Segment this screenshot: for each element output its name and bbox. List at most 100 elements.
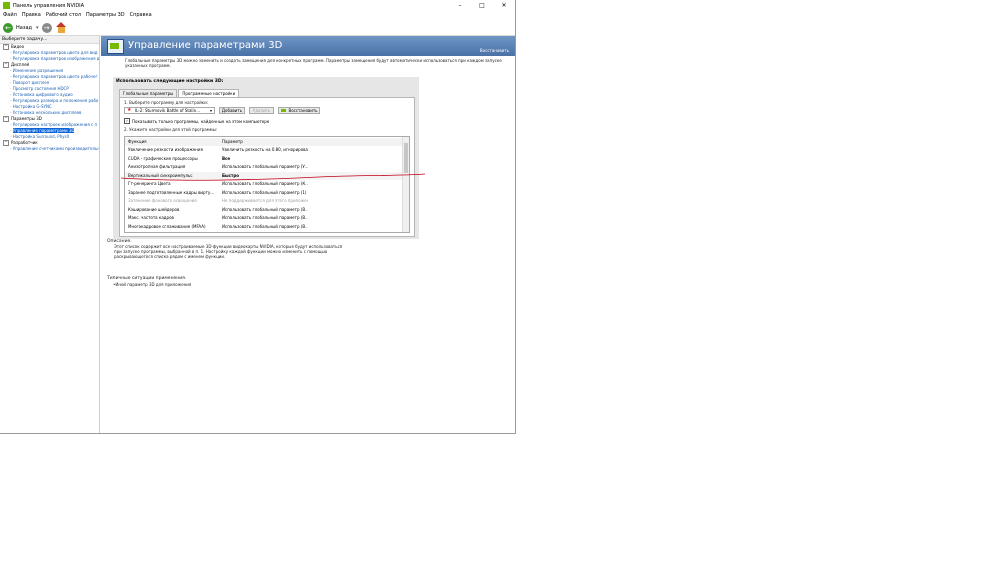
sidebar-item-label: Установка цифрового аудио bbox=[12, 92, 73, 97]
settings-panel: Использовать следующие настройки 3D: Гло… bbox=[113, 77, 419, 239]
sidebar-item-label: Установка нескольких дисплеев bbox=[12, 110, 82, 115]
tab-program-settings[interactable]: Программные настройки bbox=[178, 89, 240, 97]
feature-settings-table: Функция Параметр Увеличение резкости изо… bbox=[124, 136, 410, 233]
step2-label: 2. Укажите настройки для этой программы: bbox=[124, 127, 218, 132]
program-settings-body: 1. Выберите программу для настройки: ★ I… bbox=[119, 97, 415, 237]
menu-edit[interactable]: Правка bbox=[22, 12, 41, 18]
restore-program-button[interactable]: Восстановить bbox=[278, 107, 320, 114]
page-banner: Управление параметрами 3D Восстановить bbox=[101, 36, 515, 56]
row-parameter[interactable]: Увеличить резкость на 0.80, игнорирова..… bbox=[222, 146, 308, 154]
row-parameter[interactable]: Все bbox=[222, 155, 308, 163]
row-parameter[interactable]: Использовать глобальный параметр (В... bbox=[222, 206, 308, 214]
nvidia-logo-icon bbox=[3, 2, 10, 9]
minimize-icon[interactable]: – bbox=[449, 0, 471, 11]
sidebar-item-label: Настройка G-SYNC bbox=[12, 104, 52, 109]
collapse-icon[interactable]: − bbox=[3, 140, 9, 146]
row-function: Макс. частота кадров bbox=[128, 215, 174, 220]
menu-desktop[interactable]: Рабочий стол bbox=[46, 12, 81, 18]
row-function: CUDA - графические процессоры bbox=[128, 155, 198, 161]
task-sidebar: Выберите задачу... − Видео - Регулировка п… bbox=[0, 36, 100, 433]
toolbar: ← Назад ▾ → bbox=[0, 20, 515, 36]
main-content: Управление параметрами 3D Восстановить Г… bbox=[101, 36, 515, 433]
restore-defaults-link[interactable]: Восстановить bbox=[480, 48, 509, 53]
table-row[interactable]: Многокадровое сглаживание (MFAA) Использо… bbox=[125, 223, 403, 231]
row-parameter[interactable]: Не поддерживается для этого приложен... bbox=[222, 197, 308, 205]
close-icon[interactable]: ✕ bbox=[493, 0, 515, 11]
table-row[interactable]: Макс. частота кадров Использовать глобаль… bbox=[125, 214, 403, 222]
program-star-icon: ★ bbox=[127, 107, 132, 113]
window-title: Панель управления NVIDIA bbox=[13, 2, 85, 9]
collapse-icon[interactable]: − bbox=[3, 44, 9, 50]
maximize-icon[interactable]: □ bbox=[471, 0, 493, 11]
menu-3d-settings[interactable]: Параметры 3D bbox=[86, 12, 125, 18]
table-row[interactable]: Увеличение резкости изображения Увеличить… bbox=[125, 146, 403, 154]
step1-label: 1. Выберите программу для настройки: bbox=[124, 100, 209, 105]
row-function: Увеличение резкости изображения bbox=[128, 147, 203, 152]
page-title: Управление параметрами 3D bbox=[128, 40, 283, 51]
sidebar-item-label: Регулировка параметров изображения д bbox=[12, 56, 99, 61]
row-parameter[interactable]: Использовать глобальный параметр (1) bbox=[222, 189, 308, 197]
red-annotation-underline bbox=[120, 173, 426, 181]
table-row[interactable]: Затенение фонового освещения Не поддержив… bbox=[125, 197, 403, 205]
typical-usage-heading: Типичные ситуации применения. bbox=[107, 276, 187, 281]
scrollbar-thumb[interactable] bbox=[404, 143, 408, 173]
table-scrollbar[interactable] bbox=[402, 137, 409, 232]
back-button[interactable]: ← Назад bbox=[3, 22, 33, 33]
menu-file[interactable]: Файл bbox=[3, 12, 17, 18]
table-row[interactable]: Заранее подготовленные кадры вирту... Исп… bbox=[125, 189, 403, 197]
sidebar-item-label: Разработчик bbox=[11, 140, 38, 145]
program-select[interactable]: ★ IL-2: Sturmovik Battle of Stalin... ▾ bbox=[124, 107, 215, 114]
nvidia-small-icon bbox=[281, 109, 286, 112]
sidebar-item-label: Регулировка размера и положения рабо bbox=[12, 98, 99, 103]
sidebar-item-label: Параметры 3D bbox=[11, 116, 42, 121]
chevron-down-icon: ▾ bbox=[209, 108, 212, 113]
sidebar-item-label: Регулировка параметров цвета для вид bbox=[12, 50, 98, 55]
sidebar-tree: − Видео - Регулировка параметров цвета для… bbox=[0, 44, 99, 152]
sidebar-item-label: Изменение разрешения bbox=[12, 68, 64, 73]
checkbox-label: Показывать только программы, найденные н… bbox=[132, 118, 270, 124]
sidebar-item-label: Видео bbox=[11, 44, 25, 49]
sidebar-item-label: Управление счетчиками производительн bbox=[12, 146, 99, 151]
back-arrow-icon: ← bbox=[3, 22, 13, 33]
header-function: Функция bbox=[128, 139, 147, 144]
row-function: Анизотропная фильтрация bbox=[128, 164, 186, 169]
program-select-value: IL-2: Sturmovik Battle of Stalin... bbox=[135, 108, 201, 113]
3d-settings-icon bbox=[107, 39, 124, 54]
app-window: Панель управления NVIDIA – □ ✕ Файл Прав… bbox=[0, 0, 516, 434]
row-parameter[interactable]: Использовать глобальный параметр (В... bbox=[222, 214, 308, 222]
restore-program-label: Восстановить bbox=[288, 108, 318, 113]
back-label: Назад bbox=[16, 24, 33, 31]
collapse-icon[interactable]: − bbox=[3, 116, 9, 122]
row-function: Многокадровое сглаживание (MFAA) bbox=[128, 223, 206, 229]
sidebar-item-label: Просмотр состояния HDCP bbox=[12, 86, 69, 91]
settings-tabs: Глобальные параметры Программные настрой… bbox=[119, 89, 240, 97]
page-description: Глобальные параметры 3D можно заменить и… bbox=[125, 58, 502, 68]
window-controls: – □ ✕ bbox=[449, 0, 515, 11]
typical-usage-item[interactable]: •Иной параметр 3D для приложения bbox=[113, 282, 191, 287]
title-bar[interactable]: Панель управления NVIDIA – □ ✕ bbox=[0, 0, 515, 11]
table-row[interactable]: CUDA - графические процессоры Все bbox=[125, 155, 403, 163]
collapse-icon[interactable]: − bbox=[3, 62, 9, 68]
tab-global-settings[interactable]: Глобальные параметры bbox=[119, 89, 178, 97]
back-history-dropdown[interactable]: ▾ bbox=[36, 25, 39, 31]
row-function: Затенение фонового освещения bbox=[128, 198, 197, 203]
sidebar-header: Выберите задачу... bbox=[0, 36, 99, 44]
table-row[interactable]: Кэширование шейдеров Использовать глобаль… bbox=[125, 206, 403, 214]
add-program-button[interactable]: Добавить bbox=[219, 107, 245, 114]
forward-arrow-icon[interactable]: → bbox=[41, 22, 52, 33]
show-installed-checkbox[interactable]: ✓ Показывать только программы, найденные… bbox=[124, 118, 269, 124]
table-header: Функция Параметр bbox=[125, 138, 403, 146]
row-parameter[interactable]: Использовать глобальный параметр (У... bbox=[222, 163, 308, 171]
sidebar-item-label: Дисплей bbox=[11, 62, 30, 67]
row-function: Заранее подготовленные кадры вирту... bbox=[128, 189, 215, 195]
sidebar-item-label: Поворот дисплея bbox=[12, 80, 50, 85]
sidebar-item-label: Настройка Surround, PhysX bbox=[12, 134, 70, 139]
checkbox-check-icon: ✓ bbox=[124, 118, 130, 124]
sidebar-item-label: Управление параметрами 3D bbox=[12, 128, 75, 133]
remove-program-button[interactable]: Удалить bbox=[249, 107, 274, 114]
home-icon[interactable] bbox=[55, 22, 67, 33]
table-row[interactable]: Анизотропная фильтрация Использовать глоб… bbox=[125, 163, 403, 171]
row-parameter[interactable]: Использовать глобальный параметр (В... bbox=[222, 223, 308, 231]
sidebar-item[interactable]: - Управление счетчиками производительн bbox=[0, 146, 99, 152]
menu-help[interactable]: Справка bbox=[130, 12, 152, 18]
